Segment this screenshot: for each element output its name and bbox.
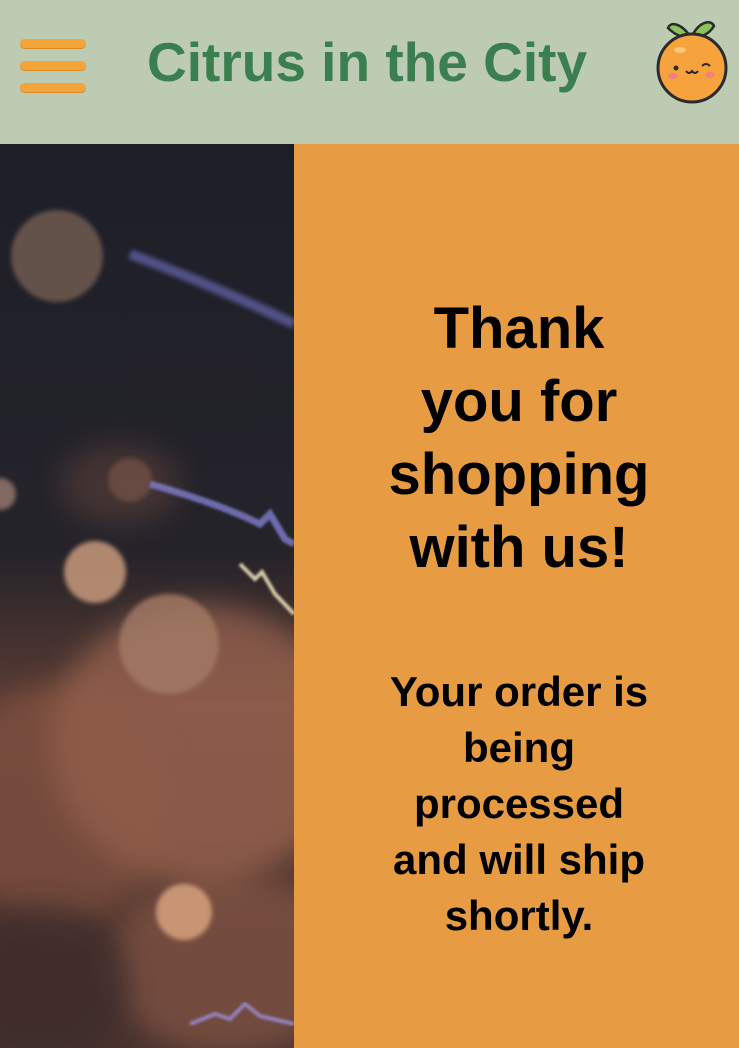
- site-header: Citrus in the City: [0, 0, 739, 144]
- brand-title[interactable]: Citrus in the City: [147, 30, 587, 94]
- smiling-orange-icon[interactable]: [652, 16, 732, 106]
- bokeh-lights-photo: [0, 144, 294, 1048]
- confirmation-panel: Thank you for shopping with us! Your ord…: [294, 144, 739, 1048]
- menu-bar: [20, 83, 86, 92]
- hamburger-menu-icon[interactable]: [20, 37, 88, 97]
- menu-bar: [20, 39, 86, 48]
- order-status-message: Your order is being processed and will s…: [389, 668, 649, 939]
- thank-you-heading: Thank you for shopping with us!: [388, 296, 650, 580]
- menu-bar: [20, 61, 86, 70]
